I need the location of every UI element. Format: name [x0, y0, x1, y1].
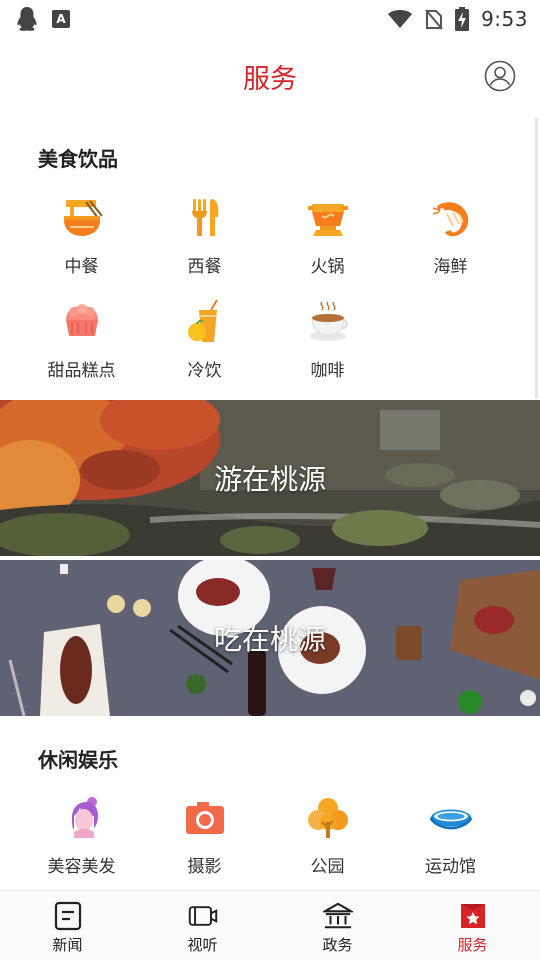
- food-item-western[interactable]: 西餐: [143, 196, 266, 284]
- banner-tour[interactable]: 游在桃源: [0, 400, 540, 556]
- banner-dining[interactable]: 吃在桃源: [0, 560, 540, 716]
- nav-tab-label: 新闻: [52, 936, 83, 954]
- status-time: 9:53: [481, 7, 528, 31]
- government-building-icon: [322, 902, 353, 929]
- leisure-item-photography[interactable]: 摄影: [143, 796, 266, 884]
- nav-tab-news[interactable]: 新闻: [0, 891, 135, 960]
- qq-penguin-icon: [17, 7, 37, 31]
- page-title: 服务: [243, 63, 297, 95]
- food-item-label: 中餐: [64, 257, 99, 277]
- food-item-hotpot[interactable]: 火锅: [266, 196, 389, 284]
- tree-icon: [307, 798, 348, 838]
- leisure-item-label: 公园: [310, 857, 345, 877]
- section-title-leisure: 休闲娱乐: [38, 748, 118, 772]
- nav-tab-label: 服务: [457, 936, 488, 954]
- banner-tour-label: 游在桃源: [213, 463, 326, 496]
- food-item-label: 海鲜: [433, 257, 468, 277]
- cold-drink-icon: [187, 300, 218, 342]
- noodle-bowl-icon: [63, 200, 103, 236]
- stadium-icon: [429, 809, 472, 830]
- food-item-cold-drink[interactable]: 冷饮: [143, 300, 266, 388]
- food-item-label: 甜品糕点: [47, 361, 116, 381]
- bottom-navigation: 新闻 视听 政务 服务: [0, 890, 540, 960]
- text-a-icon: A: [52, 10, 70, 28]
- banner-dining-label: 吃在桃源: [213, 623, 326, 656]
- hotpot-icon: [307, 204, 348, 236]
- food-item-coffee[interactable]: 咖啡: [266, 300, 389, 388]
- nav-tab-video[interactable]: 视听: [135, 891, 270, 960]
- user-profile-icon[interactable]: [484, 60, 516, 92]
- camera-icon: [185, 802, 224, 834]
- nav-tab-label: 视听: [187, 936, 218, 954]
- coffee-cup-icon: [309, 301, 348, 341]
- shrimp-icon: [432, 202, 468, 237]
- video-camera-icon: [188, 906, 217, 926]
- svg-text:A: A: [56, 12, 66, 26]
- service-star-icon: [460, 904, 485, 928]
- leisure-item-label: 美容美发: [47, 857, 116, 877]
- wifi-icon: [388, 10, 413, 28]
- cake-icon: [65, 304, 98, 336]
- food-item-chinese[interactable]: 中餐: [20, 196, 143, 284]
- leisure-item-beauty[interactable]: 美容美发: [20, 796, 143, 884]
- no-sim-icon: [425, 9, 443, 30]
- food-item-seafood[interactable]: 海鲜: [389, 196, 512, 284]
- section-title-food: 美食饮品: [38, 147, 118, 171]
- leisure-item-park[interactable]: 公园: [266, 796, 389, 884]
- app-header: 服务: [0, 38, 540, 114]
- leisure-item-gym[interactable]: 运动馆: [389, 796, 512, 884]
- beauty-salon-icon: [71, 797, 98, 838]
- nav-tab-service[interactable]: 服务: [405, 891, 540, 960]
- leisure-item-label: 运动馆: [425, 857, 476, 877]
- nav-tab-government[interactable]: 政务: [270, 891, 405, 960]
- battery-charging-icon: [455, 7, 470, 31]
- news-icon: [54, 901, 81, 931]
- leisure-item-label: 摄影: [187, 857, 222, 877]
- status-bar: A 9:53: [0, 0, 540, 38]
- food-item-label: 西餐: [187, 257, 222, 277]
- food-item-dessert[interactable]: 甜品糕点: [20, 300, 143, 388]
- nav-tab-label: 政务: [322, 936, 353, 954]
- fork-knife-icon: [191, 199, 218, 236]
- food-item-label: 冷饮: [187, 361, 222, 381]
- food-item-label: 火锅: [310, 257, 345, 277]
- food-item-label: 咖啡: [310, 361, 345, 381]
- scrollbar[interactable]: [535, 118, 538, 398]
